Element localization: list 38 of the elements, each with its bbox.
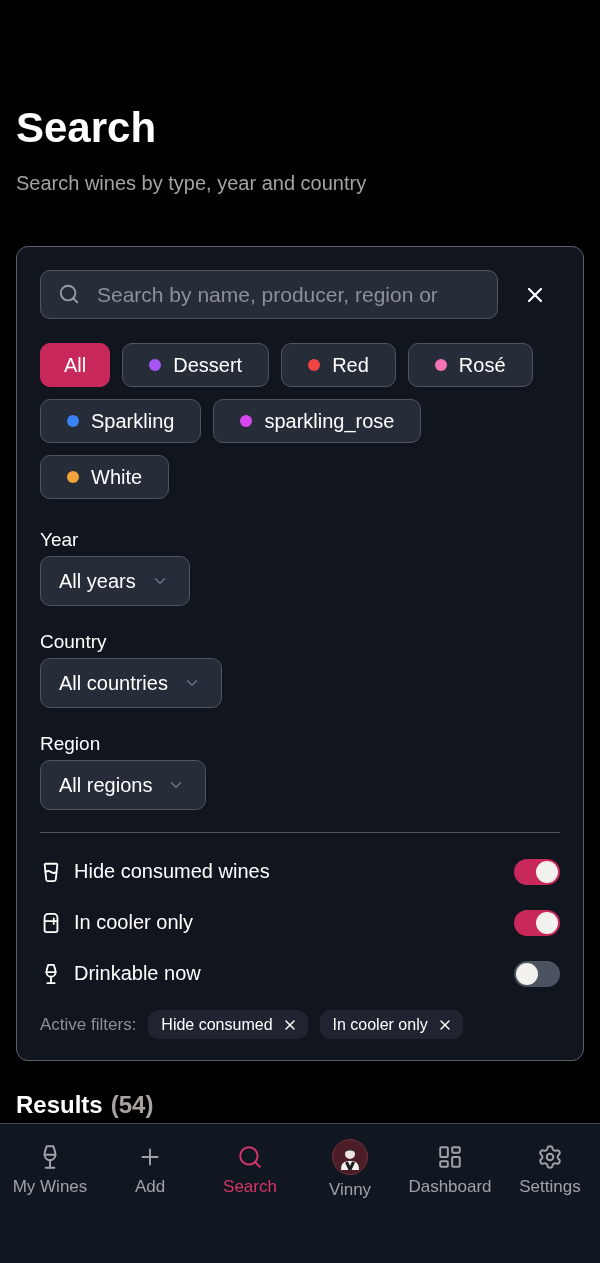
select-dropdown[interactable]: All regions: [40, 760, 207, 810]
filter-chip[interactable]: In cooler only: [319, 1010, 463, 1039]
search-icon: [237, 1144, 263, 1170]
search-field[interactable]: Search by name, producer, region or: [40, 270, 498, 319]
toggle-label: Hide consumed wines: [74, 860, 271, 883]
nav-item[interactable]: Search: [223, 1144, 277, 1198]
nav-item[interactable]: Vinny: [328, 1139, 372, 1201]
nav-item[interactable]: Add: [134, 1144, 166, 1198]
nav-item[interactable]: My Wines: [12, 1144, 88, 1198]
field-label: Year: [40, 529, 79, 551]
type-chip[interactable]: sparkling_rose: [213, 399, 422, 443]
type-chip[interactable]: White: [40, 455, 170, 499]
type-chip[interactable]: All: [40, 343, 111, 387]
filter-chip[interactable]: Hide consumed: [148, 1010, 308, 1039]
active-filters-label: Active filters:: [40, 1014, 137, 1035]
type-chip[interactable]: Rosé: [407, 343, 533, 387]
type-chip[interactable]: Dessert: [122, 343, 270, 387]
toggle-switch[interactable]: [514, 960, 560, 987]
dashboard-icon: [437, 1144, 463, 1170]
toggle-switch[interactable]: [514, 909, 560, 936]
toggle-label: Drinkable now: [74, 962, 202, 985]
settings-icon: [537, 1144, 563, 1170]
select-dropdown[interactable]: All years: [40, 556, 190, 606]
results-count: (54): [110, 1090, 154, 1120]
type-chip[interactable]: Red: [281, 343, 396, 387]
select-dropdown[interactable]: All countries: [40, 658, 222, 708]
search-icon: [58, 283, 80, 305]
nav-item[interactable]: Settings: [519, 1144, 581, 1198]
toggle-label: In cooler only: [74, 911, 194, 934]
results-heading: Results: [16, 1090, 103, 1120]
page-title: Search: [16, 104, 157, 152]
nav-item[interactable]: Dashboard: [408, 1144, 492, 1198]
person-avatar-icon: [332, 1139, 368, 1175]
field-label: Country: [40, 631, 107, 653]
type-chip[interactable]: Sparkling: [40, 399, 202, 443]
field-label: Region: [40, 733, 101, 755]
toggle-switch[interactable]: [514, 858, 560, 885]
page-subtitle: Search wines by type, year and country: [16, 171, 367, 196]
